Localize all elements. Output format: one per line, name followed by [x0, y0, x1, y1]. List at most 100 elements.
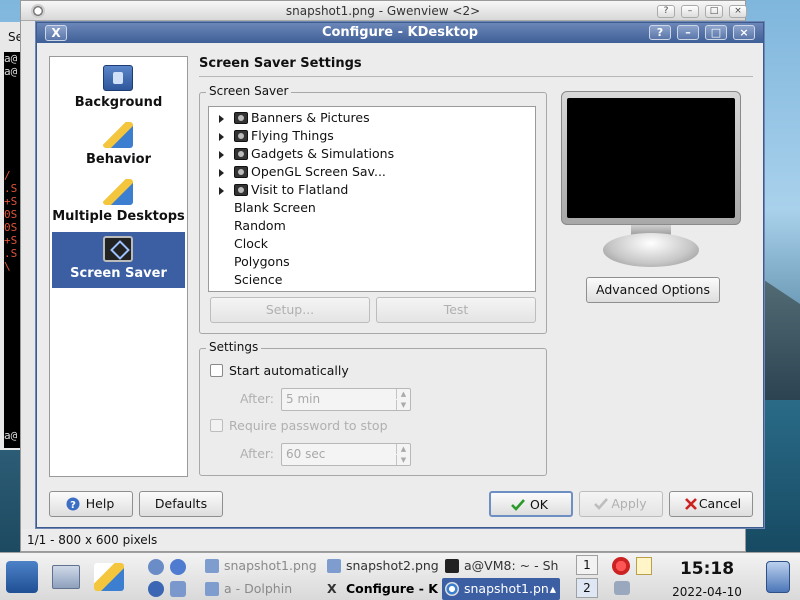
taskbar-task[interactable]: a - Dolphin	[202, 578, 320, 600]
module-label: Behavior	[85, 152, 152, 167]
taskbar-task[interactable]: X Configure - K	[324, 578, 442, 600]
gwen-maximize-button[interactable]: □	[705, 5, 723, 18]
taskbar-task[interactable]: snapshot1.pn ▴	[442, 578, 560, 600]
dialog-minimize-button[interactable]: –	[677, 25, 699, 40]
tree-item-label: Blank Screen	[234, 200, 316, 215]
taskbar-task[interactable]: snapshot2.png	[324, 555, 438, 577]
expand-arrow-icon[interactable]	[219, 151, 224, 159]
module-label: Background	[74, 95, 163, 110]
task-label: a@VM8: ~ - Sh	[464, 558, 559, 573]
cancel-button[interactable]: Cancel	[669, 491, 753, 517]
tree-item-row[interactable]: Random	[209, 217, 535, 235]
expand-arrow-icon[interactable]	[219, 115, 224, 123]
start-automatically-checkbox[interactable]	[210, 364, 223, 377]
spin-down-icon[interactable]: ▼	[396, 400, 410, 410]
module-behavior[interactable]: Behavior	[52, 118, 185, 174]
advanced-options-button[interactable]: Advanced Options	[586, 277, 720, 303]
title-divider	[199, 76, 753, 77]
module-label: Screen Saver	[70, 266, 167, 281]
help-button[interactable]: ? Help	[49, 491, 133, 517]
kde-x-icon[interactable]: X	[45, 25, 67, 41]
dialog-maximize-button[interactable]: □	[705, 25, 727, 40]
tree-item-label: Visit to Flatland	[251, 182, 349, 197]
taskbar-task[interactable]: a@VM8: ~ - Sh	[442, 555, 560, 577]
cancel-icon	[685, 498, 697, 510]
pager-desktop-2[interactable]: 2	[576, 578, 598, 598]
screen-saver-tree[interactable]: Banners & Pictures Flying Things Gadgets &…	[208, 106, 536, 292]
network-icon[interactable]	[148, 559, 164, 575]
tree-category-row[interactable]: Gadgets & Simulations	[209, 145, 535, 163]
tree-item-label: OpenGL Screen Sav...	[251, 164, 386, 179]
spin-up-icon[interactable]: ▲	[396, 389, 410, 399]
test-button[interactable]: Test	[376, 297, 536, 323]
show-desktop-icon[interactable]	[52, 565, 80, 589]
camera-icon	[234, 130, 248, 142]
start-after-spinbox[interactable]: 5 min ▲ ▼	[281, 388, 411, 411]
device-icon[interactable]	[614, 581, 630, 595]
tree-category-row[interactable]: Flying Things	[209, 127, 535, 145]
dialog-help-button[interactable]: ?	[649, 25, 671, 40]
after-label: After:	[240, 391, 275, 406]
kde-menu-icon[interactable]	[6, 561, 38, 593]
spin-down-icon[interactable]: ▼	[396, 455, 410, 465]
svg-text:?: ?	[70, 500, 76, 511]
tree-item-label: Flying Things	[251, 128, 334, 143]
module-background[interactable]: Background	[52, 61, 185, 117]
dialog-close-button[interactable]: ×	[733, 25, 755, 40]
task-label: a - Dolphin	[224, 581, 293, 596]
system-icon[interactable]	[170, 581, 186, 597]
ok-label: OK	[529, 497, 549, 512]
gwen-help-button[interactable]: ?	[657, 5, 675, 18]
tree-category-row[interactable]: Visit to Flatland	[209, 181, 535, 199]
defaults-button[interactable]: Defaults	[139, 491, 223, 517]
clock[interactable]: 15:18	[672, 559, 742, 579]
configure-dialog[interactable]: X Configure - KDesktop ? – □ × Backgroun…	[36, 22, 764, 528]
gwen-close-button[interactable]: ×	[729, 5, 747, 18]
gwen-minimize-button[interactable]: –	[681, 5, 699, 18]
password-after-value: 60 sec	[286, 447, 326, 461]
expand-arrow-icon[interactable]	[219, 133, 224, 141]
pager-desktop-1[interactable]: 1	[576, 555, 598, 575]
spin-up-icon[interactable]: ▲	[396, 444, 410, 454]
start-after-value: 5 min	[286, 392, 321, 406]
screen-saver-preview	[561, 91, 741, 225]
dialog-title-bar[interactable]: X Configure - KDesktop ? – □ ×	[37, 23, 763, 43]
tree-item-row[interactable]: Blank Screen	[209, 199, 535, 217]
background-icon	[103, 65, 133, 91]
module-screen-saver[interactable]: Screen Saver	[52, 232, 185, 288]
tree-item-label: Polygons	[234, 254, 290, 269]
check-icon	[511, 499, 525, 511]
tree-item-row[interactable]: Polygons	[209, 253, 535, 271]
module-multiple-desktops[interactable]: Multiple Desktops	[52, 175, 185, 231]
expand-arrow-icon[interactable]	[219, 187, 224, 195]
screen-saver-group-label: Screen Saver	[206, 84, 292, 98]
check-icon	[594, 498, 608, 510]
tree-item-row[interactable]: Clock	[209, 235, 535, 253]
ok-button[interactable]: OK	[489, 491, 573, 517]
gwenview-app-icon	[31, 4, 45, 18]
control-center-icon[interactable]	[94, 563, 124, 591]
start-automatically-label: Start automatically	[229, 363, 349, 378]
folder-icon	[205, 582, 219, 596]
trash-icon[interactable]	[766, 561, 790, 593]
gwenview-title-bar[interactable]: snapshot1.png - Gwenview <2> ? – □ ×	[21, 1, 747, 21]
klipper-icon[interactable]	[636, 557, 652, 575]
date[interactable]: 2022-04-10	[664, 585, 750, 599]
setup-button[interactable]: Setup...	[210, 297, 370, 323]
task-menu-caret-icon[interactable]: ▴	[550, 578, 556, 600]
taskbar-task[interactable]: snapshot1.png	[202, 555, 320, 577]
tree-category-row[interactable]: Banners & Pictures	[209, 109, 535, 127]
browser-icon[interactable]	[170, 559, 186, 575]
tree-category-row[interactable]: OpenGL Screen Sav...	[209, 163, 535, 181]
require-password-checkbox[interactable]	[210, 419, 223, 432]
module-list[interactable]: Background Behavior Multiple Desktops Sc…	[49, 56, 188, 477]
apply-button[interactable]: Apply	[579, 491, 663, 517]
tree-item-row[interactable]: Science	[209, 271, 535, 289]
notification-icon[interactable]	[612, 557, 630, 575]
expand-arrow-icon[interactable]	[219, 169, 224, 177]
kde-x-icon: X	[327, 581, 337, 596]
terminal-icon	[445, 559, 459, 573]
password-after-spinbox[interactable]: 60 sec ▲ ▼	[281, 443, 411, 466]
gwenview-title: snapshot1.png - Gwenview <2>	[285, 4, 481, 18]
konqueror-icon[interactable]	[148, 581, 164, 597]
